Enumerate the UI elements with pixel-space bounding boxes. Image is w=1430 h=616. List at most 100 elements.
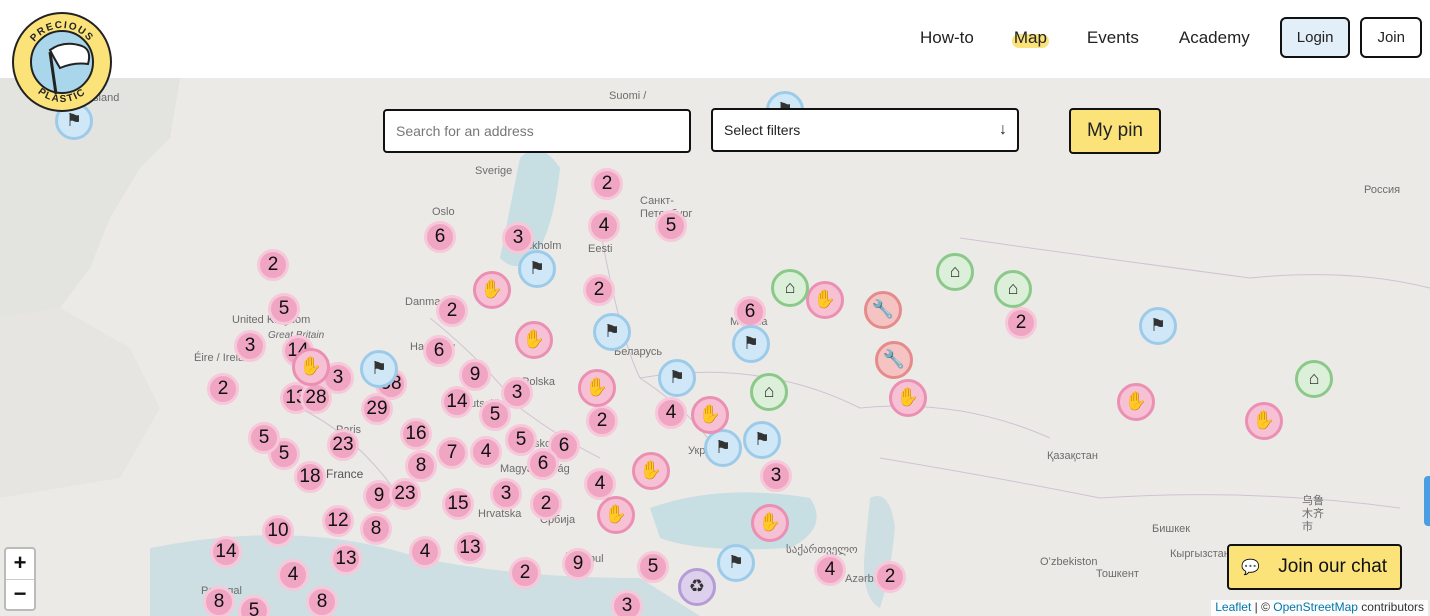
map-cluster[interactable]: 2 <box>207 373 239 405</box>
house-pin-icon[interactable]: ⌂ <box>1295 360 1333 398</box>
map-cluster[interactable]: 23 <box>327 429 359 461</box>
map-cluster[interactable]: 5 <box>248 422 280 454</box>
map-cluster[interactable]: 18 <box>294 461 326 493</box>
map-cluster[interactable]: 12 <box>322 505 354 537</box>
map-cluster[interactable]: 4 <box>409 536 441 568</box>
map-cluster[interactable]: 3 <box>501 377 533 409</box>
map-cluster[interactable]: 29 <box>361 393 393 425</box>
leaflet-link[interactable]: Leaflet <box>1215 600 1251 614</box>
house-pin-icon[interactable]: ⌂ <box>936 253 974 291</box>
map-cluster[interactable]: 2 <box>591 168 623 200</box>
hand-pin-icon[interactable]: ✋ <box>889 379 927 417</box>
map-cluster[interactable]: 10 <box>262 515 294 547</box>
nav-events[interactable]: Events <box>1067 18 1159 58</box>
map-cluster[interactable]: 14 <box>210 536 242 568</box>
house-pin-icon[interactable]: ⌂ <box>750 373 788 411</box>
map-cluster[interactable]: 3 <box>490 478 522 510</box>
world-map[interactable]: Suomi / Sverige Oslo Санкт-Петербург Sto… <box>0 78 1430 616</box>
flag-pin-icon[interactable]: ⚑ <box>743 421 781 459</box>
map-cluster[interactable]: 9 <box>459 359 491 391</box>
map-cluster[interactable]: 8 <box>203 586 235 616</box>
map-cluster[interactable]: 2 <box>586 405 618 437</box>
filters-select[interactable]: Select filters ↓ <box>711 108 1019 152</box>
hand-pin-icon[interactable]: ✋ <box>632 452 670 490</box>
hand-pin-icon[interactable]: ✋ <box>1117 383 1155 421</box>
map-cluster[interactable]: 2 <box>874 561 906 593</box>
map-cluster[interactable]: 2 <box>530 488 562 520</box>
hand-pin-icon[interactable]: ✋ <box>515 321 553 359</box>
hand-pin-icon[interactable]: ✋ <box>751 504 789 542</box>
map-cluster[interactable]: 23 <box>389 478 421 510</box>
map-cluster[interactable]: 5 <box>268 293 300 325</box>
map-cluster[interactable]: 8 <box>405 450 437 482</box>
map-cluster[interactable]: 4 <box>655 397 687 429</box>
label-kyrgyz: Кыргызстан <box>1170 548 1230 560</box>
map-cluster[interactable]: 6 <box>734 296 766 328</box>
hand-pin-icon[interactable]: ✋ <box>473 271 511 309</box>
flag-pin-icon[interactable]: ⚑ <box>1139 307 1177 345</box>
map-cluster[interactable]: 28 <box>300 382 332 414</box>
map-cluster[interactable]: 8 <box>360 513 392 545</box>
flag-pin-icon[interactable]: ⚑ <box>732 325 770 363</box>
nav-map[interactable]: Map <box>994 18 1067 58</box>
hand-pin-icon[interactable]: ✋ <box>806 281 844 319</box>
map-cluster[interactable]: 3 <box>611 590 643 616</box>
map-cluster[interactable]: 13 <box>454 532 486 564</box>
label-georgia: საქართველო <box>786 544 858 556</box>
side-panel-tab[interactable] <box>1424 476 1430 526</box>
map-cluster[interactable]: 2 <box>436 295 468 327</box>
map-cluster[interactable]: 3 <box>760 460 792 492</box>
map-cluster[interactable]: 2 <box>583 274 615 306</box>
map-cluster[interactable]: 16 <box>400 418 432 450</box>
flag-pin-icon[interactable]: ⚑ <box>658 359 696 397</box>
flag-pin-icon[interactable]: ⚑ <box>717 544 755 582</box>
zoom-in-button[interactable]: + <box>6 549 34 579</box>
join-chat-button[interactable]: 💬 Join our chat <box>1227 544 1402 590</box>
precious-plastic-logo[interactable]: PRECIOUS PLASTIC <box>12 12 112 112</box>
recycle-pin-icon[interactable]: ♻ <box>678 568 716 606</box>
search-input[interactable]: Search for an address <box>383 109 691 153</box>
map-cluster[interactable]: 6 <box>423 335 455 367</box>
house-pin-icon[interactable]: ⌂ <box>771 269 809 307</box>
wrench-pin-icon[interactable]: 🔧 <box>875 341 913 379</box>
map-cluster[interactable]: 13 <box>330 543 362 575</box>
flag-pin-icon[interactable]: ⚑ <box>518 250 556 288</box>
hand-pin-icon[interactable]: ✋ <box>578 369 616 407</box>
label-rossiya: Россия <box>1364 184 1401 196</box>
map-cluster[interactable]: 6 <box>424 221 456 253</box>
flag-pin-icon[interactable]: ⚑ <box>593 313 631 351</box>
hand-pin-icon[interactable]: ✋ <box>1245 402 1283 440</box>
hand-pin-icon[interactable]: ✋ <box>292 348 330 386</box>
osm-link[interactable]: OpenStreetMap <box>1273 600 1358 614</box>
my-pin-button[interactable]: My pin <box>1069 108 1161 154</box>
map-cluster[interactable]: 5 <box>637 551 669 583</box>
map-cluster[interactable]: 4 <box>470 436 502 468</box>
map-cluster[interactable]: 9 <box>562 548 594 580</box>
map-cluster[interactable]: 4 <box>588 210 620 242</box>
map-cluster[interactable]: 14 <box>441 386 473 418</box>
wrench-pin-icon[interactable]: 🔧 <box>864 291 902 329</box>
flag-pin-icon[interactable]: ⚑ <box>704 429 742 467</box>
map-cluster[interactable]: 7 <box>436 437 468 469</box>
map-cluster[interactable]: 4 <box>277 559 309 591</box>
map-cluster[interactable]: 6 <box>527 448 559 480</box>
map-cluster[interactable]: 2 <box>1005 307 1037 339</box>
map-cluster[interactable]: 4 <box>814 554 846 586</box>
map-cluster[interactable]: 3 <box>502 222 534 254</box>
hand-pin-icon[interactable]: ✋ <box>597 496 635 534</box>
login-button[interactable]: Login <box>1279 17 1351 58</box>
flag-pin-icon[interactable]: ⚑ <box>360 350 398 388</box>
hand-pin-icon[interactable]: ✋ <box>691 396 729 434</box>
nav-how-to[interactable]: How-to <box>900 18 994 58</box>
map-cluster[interactable]: 2 <box>509 557 541 589</box>
map-cluster[interactable]: 2 <box>257 249 289 281</box>
house-pin-icon[interactable]: ⌂ <box>994 270 1032 308</box>
map-cluster[interactable]: 3 <box>234 330 266 362</box>
map-cluster[interactable]: 15 <box>442 488 474 520</box>
map-cluster[interactable]: 8 <box>306 586 338 616</box>
map-cluster[interactable]: 5 <box>655 210 687 242</box>
map-cluster[interactable]: 4 <box>584 468 616 500</box>
join-button[interactable]: Join <box>1360 17 1422 58</box>
zoom-out-button[interactable]: − <box>6 579 34 609</box>
nav-academy[interactable]: Academy <box>1159 18 1270 58</box>
